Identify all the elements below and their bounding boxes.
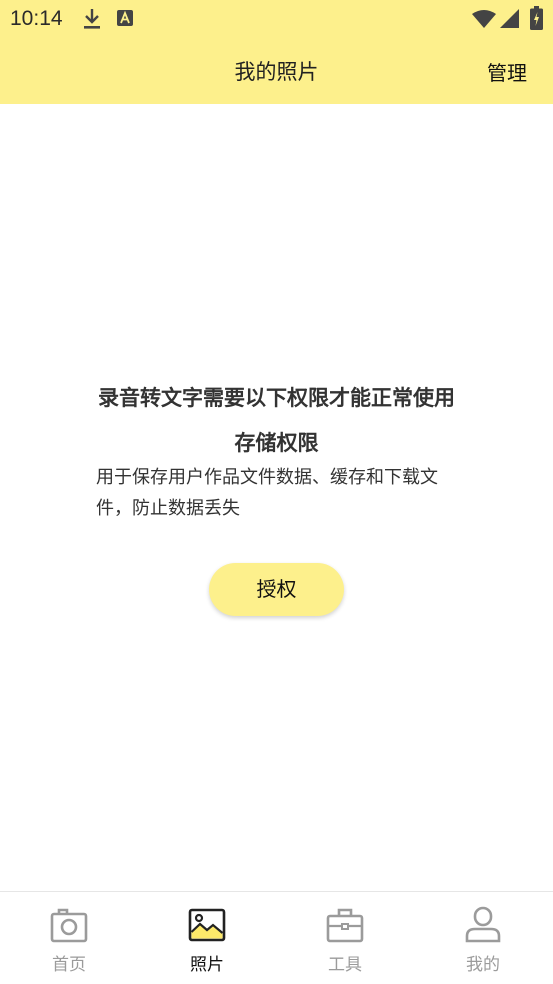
tab-mine[interactable]: 我的	[414, 892, 552, 984]
wifi-icon	[472, 10, 496, 28]
permission-description: 用于保存用户作品文件数据、缓存和下载文件，防止数据丢失	[96, 467, 438, 519]
tab-home[interactable]: 首页	[0, 892, 138, 984]
tab-label: 首页	[52, 955, 86, 975]
tab-label: 我的	[466, 955, 500, 975]
tab-label: 照片	[190, 955, 224, 975]
camera-icon	[50, 908, 88, 943]
permission-name: 存储权限	[234, 431, 319, 455]
battery-icon	[530, 6, 543, 30]
top-bar: 10:14 我的照片 管理	[0, 0, 553, 104]
tab-tools[interactable]: 工具	[276, 892, 414, 984]
user-icon	[465, 906, 501, 943]
tab-label: 工具	[328, 955, 362, 975]
status-bar: 10:14	[0, 0, 553, 38]
permission-title: 录音转文字需要以下权限才能正常使用	[98, 386, 455, 410]
bottom-tab-bar: 首页 照片 工具 我的	[0, 891, 553, 984]
permission-panel: 录音转文字需要以下权限才能正常使用 存储权限 用于保存用户作品文件数据、缓存和下…	[0, 104, 553, 891]
navigation-bar: 我的照片 管理	[0, 38, 553, 104]
authorize-button[interactable]: 授权	[209, 563, 344, 616]
a-notification-icon	[117, 10, 133, 26]
photo-icon	[188, 908, 226, 942]
manage-button[interactable]: 管理	[487, 57, 527, 86]
page-title: 我的照片	[234, 60, 319, 84]
signal-icon	[500, 9, 519, 28]
tab-photos[interactable]: 照片	[138, 892, 276, 984]
download-icon	[84, 9, 100, 29]
status-time: 10:14	[10, 7, 63, 30]
toolbox-icon	[326, 908, 364, 943]
